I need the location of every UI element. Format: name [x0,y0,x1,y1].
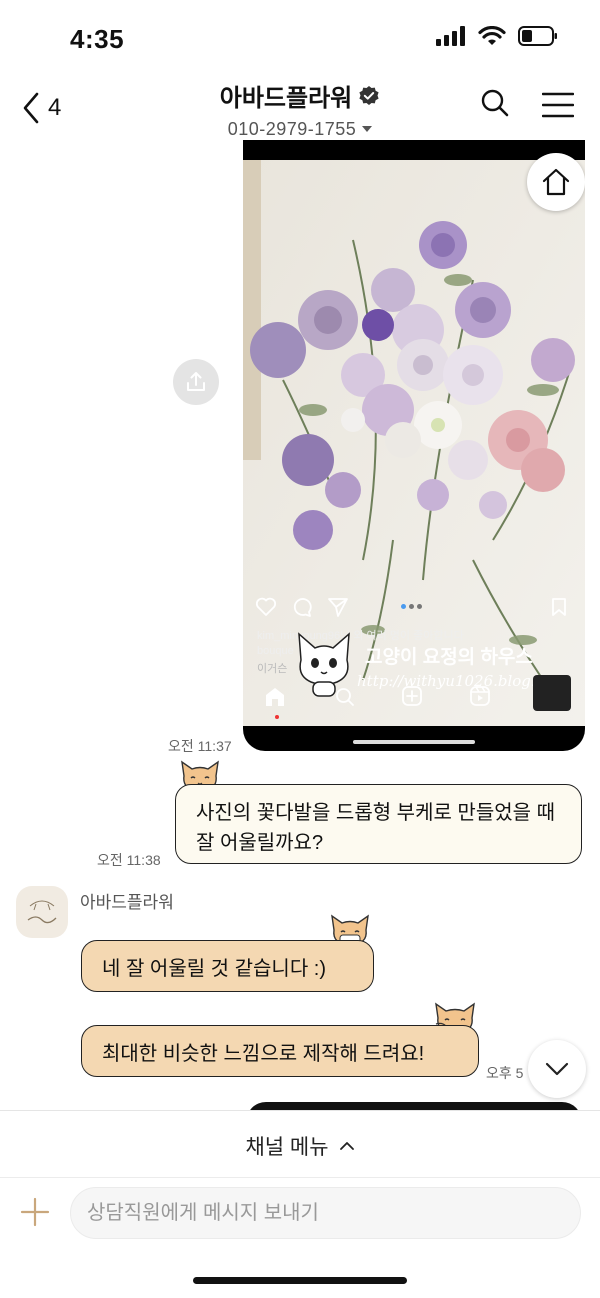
channel-menu-button[interactable]: 채널 메뉴 [0,1131,600,1161]
insta-action-row [255,597,349,617]
user-message-timestamp: 오전 11:38 [97,852,161,868]
channel-menu-label: 채널 메뉴 [245,1136,329,1159]
channel-title[interactable]: 아바드플라워 [220,78,380,113]
bottom-divider [0,1177,600,1178]
channel-avatar[interactable] [16,886,68,938]
menu-button[interactable] [541,92,575,123]
insta-bottom-nav [243,675,585,719]
scroll-to-bottom-button[interactable] [528,1040,586,1098]
insta-profile-thumb [533,675,571,711]
share-button[interactable] [173,359,219,405]
inner-home-indicator [353,740,475,744]
verified-badge-icon [359,85,379,105]
home-indicator [193,1277,407,1284]
plus-icon [20,1197,50,1227]
search-icon [481,89,509,117]
comment-icon [293,598,312,617]
photo-message[interactable]: kim_minyoung96님 외 여러 명이 좋아합니다 bouque 이거슨… [243,140,585,751]
channel-phone[interactable]: 010-2979-1755 [228,119,373,140]
channel-name: 아바드플라워 [219,85,353,112]
phone-number: 010-2979-1755 [227,119,357,139]
photo-timestamp: 오전 11:37 [168,738,232,754]
user-message-bubble[interactable]: 사진의 꽃다발을 드롭형 부케로 만들었을 때 잘 어울릴까요? [175,784,582,864]
bottom-panel: 채널 메뉴 [0,1110,600,1298]
hamburger-menu-icon [541,92,575,118]
insta-caption-user: bouque [257,645,294,657]
channel-message-bubble[interactable]: 최대한 비슷한 느낌으로 제작해 드려요! [81,1025,479,1077]
sender-name: 아바드플라워 [80,893,174,912]
caret-down-icon [362,126,373,132]
battery-icon [518,26,557,46]
signal-icon [436,26,465,46]
watermark-title: 고양이 요정의 하우스 [365,647,533,668]
channel-logo-icon [27,900,57,924]
bookmark-icon [551,597,567,622]
message-input[interactable] [70,1187,581,1239]
channel-message-timestamp: 오후 5 [486,1065,524,1081]
attach-button[interactable] [20,1197,50,1232]
notification-dot [275,715,279,719]
chevron-up-icon [339,1142,354,1150]
status-icons [436,26,558,46]
chevron-down-icon [545,1062,569,1076]
heart-icon [255,597,277,616]
wifi-icon [478,26,506,45]
search-button[interactable] [480,88,510,123]
carousel-dots [401,604,422,609]
channel-header: 아바드플라워 010-2979-1755 [0,78,600,140]
insta-add-icon [402,686,422,706]
send-icon [328,598,348,617]
insta-reels-icon [470,686,490,706]
home-floating-button[interactable] [527,153,585,211]
insta-caption-more: 이거슨 [257,663,288,675]
share-icon [187,372,205,391]
photo-top-bar [243,140,585,160]
insta-home-icon [266,688,284,706]
channel-message-bubble[interactable]: 네 잘 어울릴 것 같습니다 :) [81,940,374,992]
status-time: 4:35 [70,24,125,54]
home-icon [542,168,570,196]
insta-search-icon [336,688,354,706]
